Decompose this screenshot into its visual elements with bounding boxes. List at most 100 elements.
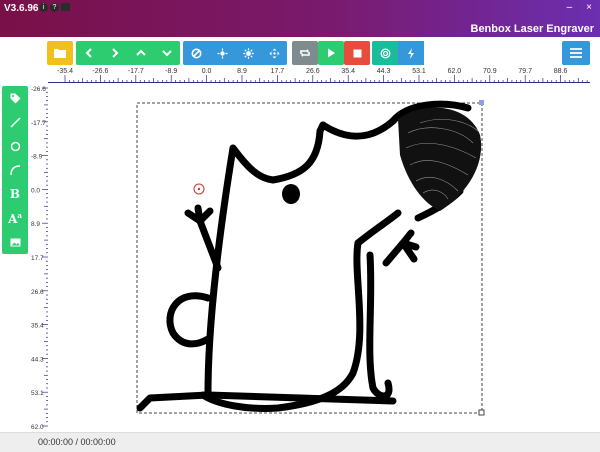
top-ruler-label: 17.7 [271, 68, 285, 75]
target-button[interactable] [372, 41, 398, 65]
laser-position-marker [193, 183, 205, 195]
line-tool-button[interactable] [2, 110, 28, 134]
top-ruler-label: 0.0 [202, 68, 212, 75]
status-bar: 00:00:00 / 00:00:00 [0, 432, 600, 452]
play-icon [327, 48, 335, 58]
circle-tool-button[interactable] [2, 134, 28, 158]
help-badge-icon[interactable]: ? [50, 3, 59, 12]
arrow-down-icon [162, 50, 172, 57]
job-timer: 00:00:00 / 00:00:00 [38, 437, 116, 447]
tag-icon [10, 93, 20, 103]
start-button[interactable] [318, 41, 344, 65]
top-ruler-label: 35.4 [341, 68, 355, 75]
menu-button[interactable] [562, 41, 590, 65]
hamburger-menu-icon [570, 48, 582, 58]
design-svg [136, 100, 485, 416]
left-ruler-label: -8.9 [31, 154, 43, 161]
open-file-button[interactable] [47, 41, 73, 65]
info-badge-icon[interactable]: i [39, 3, 48, 12]
left-ruler-label: 62.0 [31, 424, 44, 430]
bold-text-tool-button[interactable]: B [2, 182, 28, 206]
left-ruler-label: 8.9 [31, 221, 40, 228]
dog-eye [282, 184, 300, 204]
minimize-button[interactable]: – [567, 2, 573, 13]
selection-handle-bottom-right[interactable] [478, 409, 485, 416]
top-ruler-label: 88.6 [554, 68, 568, 75]
arrow-right-icon [112, 48, 119, 58]
bold-text-icon: B [9, 187, 21, 201]
quick-burn-button[interactable] [398, 41, 424, 65]
top-ruler-label: -17.7 [128, 68, 144, 75]
selection-handle-top-right[interactable] [479, 100, 484, 105]
tag-tool-button[interactable] [2, 86, 28, 110]
ban-icon [191, 48, 201, 58]
move-up-button[interactable] [128, 41, 154, 65]
title-bar: V3.6.96 i ? – × Benbox Laser Engraver [0, 0, 600, 37]
move-down-button[interactable] [154, 41, 180, 65]
left-ruler-label: 17.7 [31, 255, 44, 262]
top-ruler-label: 70.9 [483, 68, 497, 75]
left-ruler-ticks: -26.6 -17.7 -8.9 0.0 8.9 17.7 26.6 35.4 44.3 53.1… [31, 86, 48, 430]
left-ruler-label: 0.0 [31, 187, 40, 194]
text-size-icon: Aa [8, 210, 22, 226]
repeat-button[interactable] [292, 41, 318, 65]
brightness-high-icon [242, 47, 254, 59]
brightness-low-icon [217, 48, 227, 58]
version-label: V3.6.96 [4, 3, 39, 14]
left-ruler-label: 53.1 [31, 390, 44, 397]
left-ruler: -26.6 -17.7 -8.9 0.0 8.9 17.7 26.6 35.4 44.3 53.1… [30, 82, 49, 430]
target-icon [380, 48, 390, 58]
top-ruler-label: 62.0 [448, 68, 462, 75]
center-button[interactable] [261, 41, 287, 65]
top-ruler-label: 79.7 [518, 68, 532, 75]
toolbar-group-stop [344, 41, 370, 65]
top-ruler-label: 8.9 [237, 68, 247, 75]
left-ruler-label: -26.6 [31, 86, 46, 93]
line-icon [9, 116, 21, 128]
top-ruler-label: 44.3 [377, 68, 391, 75]
top-ruler-label: -8.9 [165, 68, 177, 75]
top-ruler-label: 26.6 [306, 68, 320, 75]
arc-icon [9, 164, 20, 175]
top-ruler-label: -35.4 [57, 68, 73, 75]
left-ruler-label: 35.4 [31, 323, 44, 330]
left-ruler-label: 26.6 [31, 289, 44, 296]
status-badges: i ? [39, 3, 70, 12]
close-button[interactable]: × [586, 2, 592, 13]
text-size-tool-button[interactable]: Aa [2, 206, 28, 230]
top-ruler: -35.4 -26.6 -17.7 -8.9 0.0 8.9 17.7 26.6 35.4 44.… [40, 66, 590, 83]
top-ruler-label: -26.6 [92, 68, 108, 75]
window-controls: – × [567, 2, 592, 13]
toolbar-group-run [318, 41, 344, 65]
folder-icon [54, 49, 66, 58]
circle-icon [10, 141, 20, 151]
toolbar-group-extra [372, 41, 424, 65]
left-ruler-label: -17.7 [31, 120, 46, 127]
arc-tool-button[interactable] [2, 158, 28, 182]
top-ruler-ticks: -35.4 -26.6 -17.7 -8.9 0.0 8.9 17.7 26.6 35.4 44.… [57, 68, 588, 82]
move-left-button[interactable] [76, 41, 102, 65]
move-right-button[interactable] [102, 41, 128, 65]
arrow-up-icon [136, 49, 146, 56]
disable-laser-button[interactable] [183, 41, 209, 65]
toolbar-group-move [76, 41, 180, 65]
low-power-button[interactable] [209, 41, 235, 65]
work-canvas[interactable] [48, 83, 590, 430]
stop-icon [353, 49, 361, 57]
app-title: Benbox Laser Engraver [470, 23, 595, 35]
crosshair-icon [269, 48, 279, 58]
high-power-button[interactable] [235, 41, 261, 65]
top-ruler-label: 53.1 [412, 68, 426, 75]
arrow-left-icon [85, 48, 92, 58]
drawing-tools-panel: B Aa [2, 86, 28, 254]
toolbar-group-file [47, 41, 73, 65]
flag-icon[interactable] [61, 3, 70, 11]
image-icon [10, 238, 20, 246]
ear-scribble [398, 107, 482, 211]
left-ruler-label: 44.3 [31, 356, 44, 363]
repeat-icon [300, 49, 310, 57]
stop-button[interactable] [344, 41, 370, 65]
main-toolbar [0, 41, 600, 65]
image-tool-button[interactable] [2, 230, 28, 254]
toolbar-group-laser [183, 41, 287, 65]
